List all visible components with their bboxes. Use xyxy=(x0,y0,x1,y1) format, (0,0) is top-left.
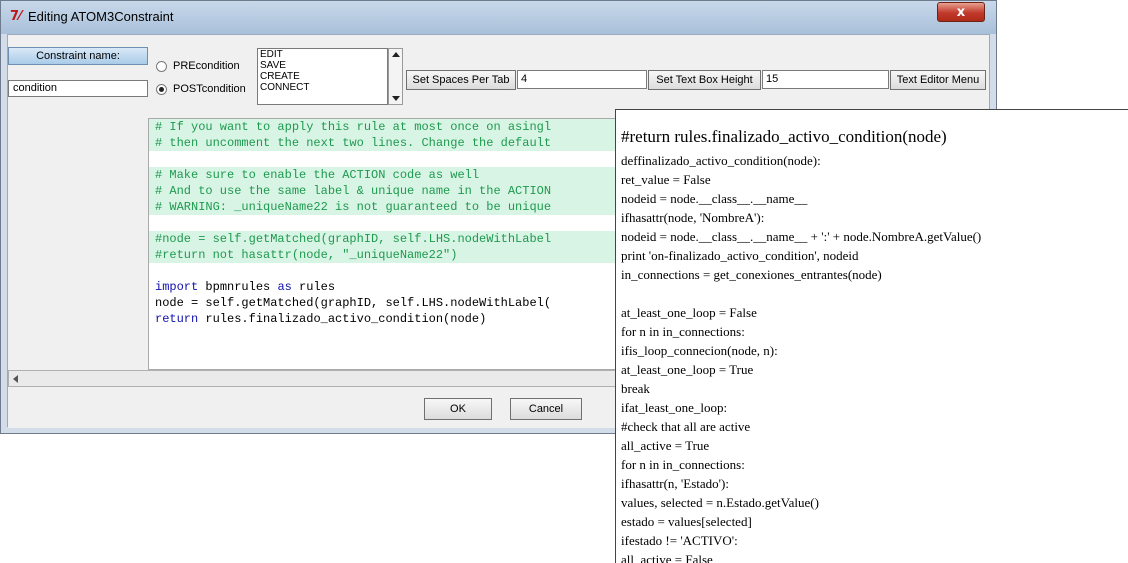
snippet-line: at_least_one_loop = True xyxy=(621,362,754,377)
code-line[interactable]: return rules.finalizado_activo_condition… xyxy=(149,311,617,327)
set-spaces-button[interactable]: Set Spaces Per Tab xyxy=(406,70,516,90)
snippet-line: for n in in_connections: xyxy=(621,324,745,339)
snippet-line: deffinalizado_activo_condition(node): xyxy=(621,153,821,168)
snippet-line: ret_value = False xyxy=(621,172,711,187)
code-line[interactable]: import bpmnrules as rules xyxy=(149,279,617,295)
constraint-name-button[interactable]: Constraint name: xyxy=(8,47,148,65)
button-bar: OK Cancel xyxy=(8,387,618,428)
snippet-line: #check that all are active xyxy=(621,419,751,434)
event-item[interactable]: CREATE xyxy=(260,71,385,82)
code-line[interactable]: #return not hasattr(node, "_uniqueName22… xyxy=(149,247,617,263)
horizontal-scrollbar[interactable] xyxy=(8,370,618,387)
ok-button[interactable]: OK xyxy=(424,398,492,420)
cancel-button[interactable]: Cancel xyxy=(510,398,582,420)
event-item[interactable]: SAVE xyxy=(260,60,385,71)
event-listbox[interactable]: EDIT SAVE CREATE CONNECT xyxy=(257,48,388,105)
precondition-label: PREcondition xyxy=(173,60,240,72)
event-item[interactable]: EDIT xyxy=(260,49,385,60)
snippet-line: print 'on-finalizado_activo_condition', … xyxy=(621,248,859,263)
snippet-line: ifhasattr(node, 'NombreA'): xyxy=(621,210,765,225)
snippet-line: nodeid = node.__class__.__name__ + ':' +… xyxy=(621,229,982,244)
precondition-option[interactable]: PREcondition xyxy=(156,60,240,72)
precondition-radio[interactable] xyxy=(156,60,167,72)
event-item[interactable]: CONNECT xyxy=(260,82,385,93)
code-line[interactable]: # Make sure to enable the ACTION code as… xyxy=(149,167,617,183)
code-line[interactable] xyxy=(149,151,617,167)
snippet-line: in_connections = get_conexiones_entrante… xyxy=(621,267,882,282)
scroll-down-icon[interactable] xyxy=(392,96,400,101)
snippet-line: at_least_one_loop = False xyxy=(621,305,757,320)
text-editor-menu-button[interactable]: Text Editor Menu xyxy=(890,70,986,90)
code-snippet-overlay: #return rules.finalizado_activo_conditio… xyxy=(615,109,1128,563)
snippet-title: #return rules.finalizado_activo_conditio… xyxy=(621,127,947,146)
snippet-line: nodeid = node.__class__.__name__ xyxy=(621,191,808,206)
set-text-height-button[interactable]: Set Text Box Height xyxy=(648,70,761,90)
code-line[interactable]: # WARNING: _uniqueName22 is not guarante… xyxy=(149,199,617,215)
code-line[interactable]: # then uncomment the next two lines. Cha… xyxy=(149,135,617,151)
snippet-line: values, selected = n.Estado.getValue() xyxy=(621,495,819,510)
spaces-per-tab-field[interactable]: 4 xyxy=(517,70,647,89)
text-box-height-field[interactable]: 15 xyxy=(762,70,889,89)
scroll-up-icon[interactable] xyxy=(392,52,400,57)
code-line[interactable]: # And to use the same label & unique nam… xyxy=(149,183,617,199)
postcondition-option[interactable]: POSTcondition xyxy=(156,83,246,95)
code-line[interactable]: #node = self.getMatched(graphID, self.LH… xyxy=(149,231,617,247)
code-line[interactable]: # If you want to apply this rule at most… xyxy=(149,119,617,135)
close-button[interactable]: x xyxy=(937,2,985,22)
snippet-line: ifestado != 'ACTIVO': xyxy=(621,533,738,548)
postcondition-radio[interactable] xyxy=(156,83,167,95)
scroll-left-icon[interactable] xyxy=(13,375,18,383)
snippet-line: for n in in_connections: xyxy=(621,457,745,472)
code-line[interactable]: node = self.getMatched(graphID, self.LHS… xyxy=(149,295,617,311)
snippet-line: all_active = True xyxy=(621,438,710,453)
code-line[interactable] xyxy=(149,263,617,279)
code-line[interactable] xyxy=(149,215,617,231)
snippet-line: estado = values[selected] xyxy=(621,514,752,529)
atom3-logo-icon: 7⁄ xyxy=(10,9,22,24)
event-list-scrollbar[interactable] xyxy=(388,48,403,105)
snippet-line: ifhasattr(n, 'Estado'): xyxy=(621,476,729,491)
snippet-line: all_active = False xyxy=(621,552,713,563)
constraint-name-input[interactable]: condition xyxy=(8,80,148,97)
code-editor[interactable]: # If you want to apply this rule at most… xyxy=(148,118,618,370)
title-bar[interactable]: 7⁄ Editing ATOM3Constraint x xyxy=(1,1,996,34)
postcondition-label: POSTcondition xyxy=(173,83,246,95)
snippet-line: ifat_least_one_loop: xyxy=(621,400,728,415)
window-title: Editing ATOM3Constraint xyxy=(28,9,174,24)
snippet-line: break xyxy=(621,381,650,396)
left-panel xyxy=(8,118,149,368)
snippet-line: ifis_loop_connecion(node, n): xyxy=(621,343,778,358)
